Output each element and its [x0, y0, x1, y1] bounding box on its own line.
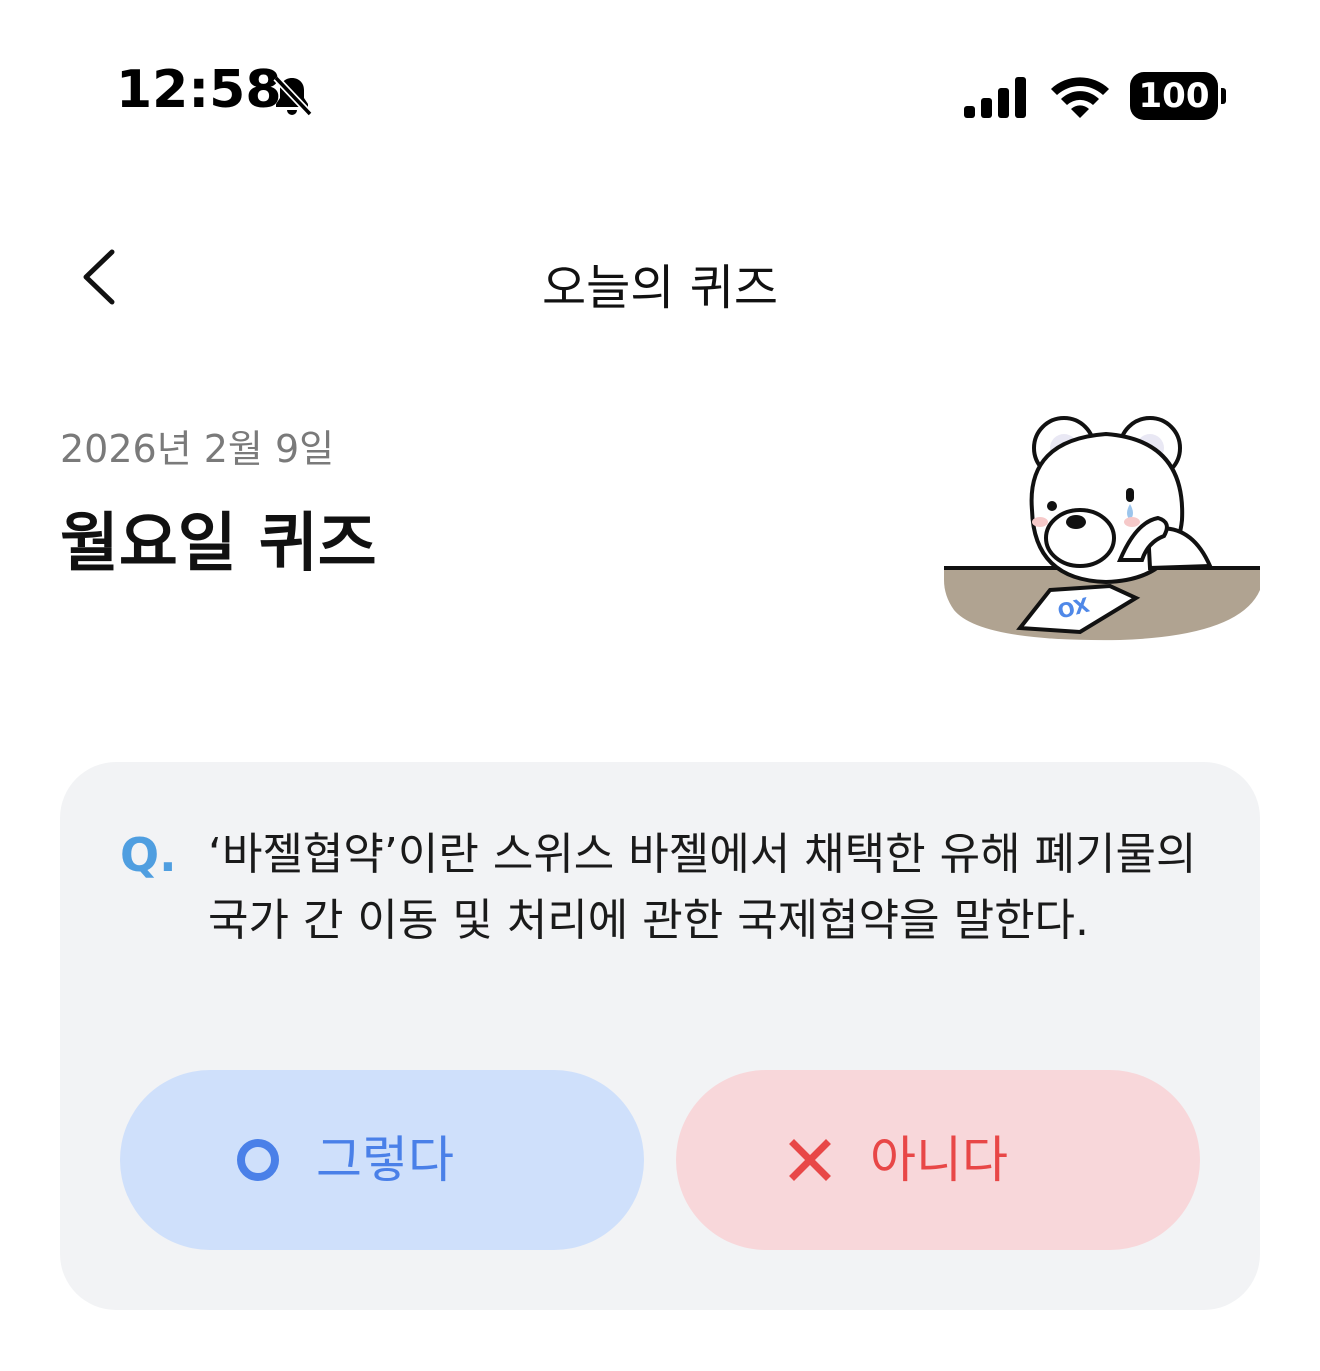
- quiz-date: 2026년 2월 9일: [60, 427, 335, 471]
- answer-yes-label: 그렇다: [316, 1131, 454, 1189]
- question-text: ‘바젤협약’이란 스위스 바젤에서 채택한 유해 폐기물의 국가 간 이동 및 …: [208, 822, 1208, 954]
- wifi-icon: [1051, 77, 1109, 118]
- x-mark-icon: [789, 1139, 831, 1181]
- quiz-heading: 월요일 퀴즈: [60, 507, 377, 581]
- question-line: 국가 간 이동 및 처리에 관한 국제협약을 말한다.: [208, 895, 1090, 946]
- bell-off-icon: [273, 75, 313, 117]
- answer-no-label: 아니다: [870, 1131, 1008, 1189]
- battery-icon: 100: [1130, 72, 1228, 120]
- signal-icon: [964, 77, 1026, 118]
- bear-mascot-illustration: OX: [944, 416, 1260, 641]
- question-label: Q.: [120, 828, 177, 882]
- battery-level: 100: [1130, 72, 1218, 120]
- answer-no-button[interactable]: 아니다: [676, 1070, 1200, 1250]
- question-line: ‘바젤협약’이란 스위스 바젤에서 채택한 유해 폐기물의: [208, 829, 1197, 880]
- answer-yes-button[interactable]: 그렇다: [120, 1070, 644, 1250]
- status-time: 12:58: [116, 60, 282, 120]
- battery-cap: [1221, 88, 1226, 104]
- page-title: 오늘의 퀴즈: [541, 260, 779, 316]
- circle-o-icon: [237, 1139, 279, 1181]
